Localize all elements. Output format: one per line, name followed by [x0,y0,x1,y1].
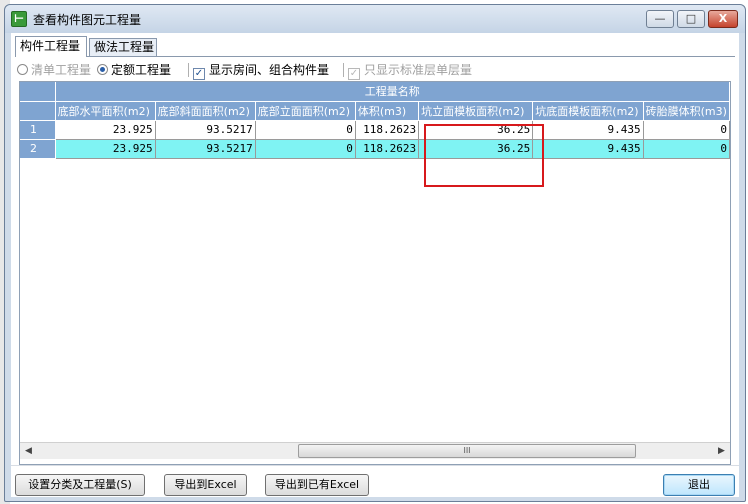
column-header[interactable]: 体积(m3) [355,101,420,121]
checkbox-standard-floor[interactable]: ✓ 只显示标准层单层量 [348,61,473,80]
table-cell[interactable]: 23.925 [55,139,156,159]
option-separator [188,63,189,77]
table-cell[interactable]: 0 [643,120,730,140]
export-excel-button[interactable]: 导出到Excel [164,474,247,496]
set-classification-button[interactable]: 设置分类及工程量(S) [15,474,145,496]
table-cell[interactable]: 93.5217 [155,120,256,140]
scroll-left-icon[interactable]: ◀ [20,443,37,460]
app-icon: ⊢ [11,11,27,27]
tab-method-quantity[interactable]: 做法工程量 [89,38,157,56]
checkmark-icon: ✓ [193,68,205,80]
dialog-window: ⊢ 查看构件图元工程量 — □ X 构件工程量 做法工程量 清单工程量 定额工程… [4,4,746,502]
radio-quota-quantity[interactable]: 定额工程量 [97,61,171,79]
tab-divider [15,56,735,57]
scroll-thumb[interactable]: III [298,444,636,458]
table-cell[interactable]: 118.2623 [355,139,420,159]
table-cell[interactable]: 118.2623 [355,120,420,140]
title-bar[interactable]: ⊢ 查看构件图元工程量 — □ X [5,5,745,33]
table-row[interactable]: 1 23.925 93.5217 0 118.2623 36.25 9.435 … [20,120,730,140]
radio-quota-label: 定额工程量 [111,63,172,77]
column-header[interactable]: 底部斜面面积(m2) [155,101,256,121]
exit-button[interactable]: 退出 [663,474,735,496]
table-cell[interactable]: 93.5217 [155,139,256,159]
tab-component-quantity[interactable]: 构件工程量 [15,36,87,57]
bottom-divider [11,465,739,466]
horizontal-scrollbar[interactable]: ◀ III ▶ [20,442,730,459]
table-cell[interactable]: 9.435 [532,139,644,159]
table-cell[interactable]: 9.435 [532,120,644,140]
minimize-button[interactable]: — [646,10,674,28]
table-cell[interactable]: 0 [643,139,730,159]
close-button[interactable]: X [708,10,738,28]
checkbox-show-rooms[interactable]: ✓ 显示房间、组合构件量 [193,61,330,80]
client-area: 构件工程量 做法工程量 清单工程量 定额工程量 ✓ 显示房间、组合构件量 ✓ 只显示… [11,33,739,497]
table-cell[interactable]: 36.25 [418,139,534,159]
radio-icon [17,64,28,75]
table-cell[interactable]: 0 [255,139,356,159]
scroll-right-icon[interactable]: ▶ [713,443,730,460]
quantity-table: 工程量名称 底部水平面积(m2) 底部斜面面积(m2) 底部立面面积(m2) 体… [20,82,730,159]
corner-header [20,82,56,102]
rownum-header [20,101,56,121]
radio-bill-label: 清单工程量 [31,63,92,77]
table-cell[interactable]: 0 [255,120,356,140]
row-number[interactable]: 2 [20,139,56,159]
table-cell[interactable]: 23.925 [55,120,156,140]
export-existing-excel-button[interactable]: 导出到已有Excel [265,474,369,496]
group-header: 工程量名称 [55,82,730,102]
row-number[interactable]: 1 [20,120,56,140]
options-row: 清单工程量 定额工程量 ✓ 显示房间、组合构件量 ✓ 只显示标准层单层量 [15,61,735,80]
radio-checked-icon [97,64,108,75]
quantity-grid: 工程量名称 底部水平面积(m2) 底部斜面面积(m2) 底部立面面积(m2) 体… [19,81,731,465]
radio-bill-quantity[interactable]: 清单工程量 [17,61,91,79]
checkbox-standard-floor-label: 只显示标准层单层量 [364,63,473,77]
checkbox-show-rooms-label: 显示房间、组合构件量 [209,63,330,77]
column-header[interactable]: 底部立面面积(m2) [255,101,356,121]
checkmark-icon: ✓ [348,68,360,80]
maximize-button[interactable]: □ [677,10,705,28]
column-header[interactable]: 坑立面模板面积(m2) [418,101,534,121]
column-header[interactable]: 砖胎膜体积(m3) [643,101,730,121]
window-title: 查看构件图元工程量 [33,13,142,27]
option-separator [343,63,344,77]
table-cell[interactable]: 36.25 [418,120,534,140]
column-header[interactable]: 底部水平面积(m2) [55,101,156,121]
column-header[interactable]: 坑底面模板面积(m2) [532,101,644,121]
table-row[interactable]: 2 23.925 93.5217 0 118.2623 36.25 9.435 … [20,139,730,159]
